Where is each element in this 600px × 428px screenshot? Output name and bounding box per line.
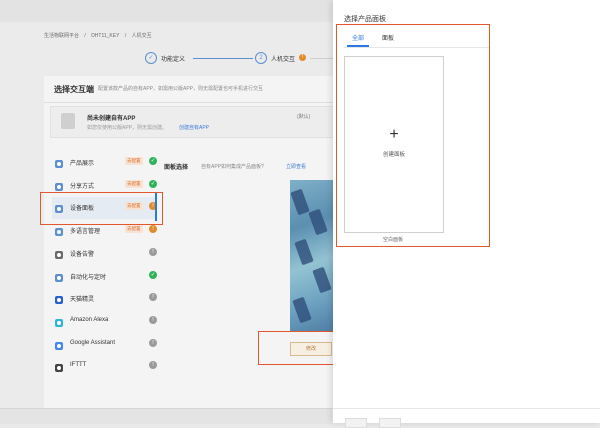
status-warning-icon: ! <box>149 293 157 302</box>
product-display-icon <box>54 156 64 168</box>
status-check-icon: ✓ <box>149 179 157 188</box>
menu-item-label: 产品展示 <box>70 161 95 167</box>
menu-item-label: 分享方式 <box>70 183 95 190</box>
menu-item[interactable]: 自动化与定时 ✓ <box>52 266 157 288</box>
menu-item-label: Google Assistant <box>70 339 116 346</box>
page-footer <box>0 408 332 424</box>
menu-item[interactable]: 产品展示 去配置 ✓ <box>52 152 157 174</box>
drawer-title: 选择产品面板 <box>344 16 386 23</box>
language-icon <box>54 224 64 237</box>
app-card-title: 尚未创建自有APP <box>87 116 136 122</box>
section-description: 配置该款产品的自有APP。如需用公版APP，则无需配置也可手机进行交互 <box>98 86 264 92</box>
panel-select-title: 面板选择 <box>164 165 189 171</box>
menu-item-label: 自动化与定时 <box>70 274 107 281</box>
section-title: 选择交互端 <box>54 85 94 94</box>
highlight-box-drawer-content <box>336 24 490 247</box>
breadcrumb: 生活物联网平台 / DHT11_KEY / 人机交互 <box>44 32 156 39</box>
panel-preview-image <box>290 180 333 332</box>
status-warning-icon: ! <box>149 247 157 256</box>
progress-steps: ✓ 功能定义 2 人机交互 ! <box>145 50 345 66</box>
breadcrumb-item-platform[interactable]: 生活物联网平台 <box>44 33 79 39</box>
drawer-footer <box>333 408 600 428</box>
breadcrumb-separator: / <box>124 33 127 39</box>
alarm-icon <box>54 247 64 259</box>
menu-item-label: 多语言管理 <box>70 229 101 236</box>
configure-tag[interactable]: 去配置 <box>125 225 143 234</box>
menu-item-label: Amazon Alexa <box>70 316 109 323</box>
configure-tag[interactable]: 去配置 <box>125 157 143 165</box>
step-2-warning-icon: ! <box>299 54 306 61</box>
status-check-icon: ✓ <box>149 157 157 165</box>
step-connector <box>193 58 253 59</box>
default-label: (默认) <box>297 114 311 120</box>
create-app-link[interactable]: 创建自有APP <box>179 124 209 131</box>
highlight-box-device-panel <box>40 192 163 225</box>
drawer-footer-button-secondary[interactable] <box>379 418 401 428</box>
app-card-subtitle: 如您仅使用公版APP，则无需创建。 <box>87 125 168 131</box>
menu-item[interactable]: Google Assistant! <box>52 334 157 356</box>
step-1-label: 功能定义 <box>161 57 186 63</box>
status-warning-icon: ! <box>149 361 157 370</box>
phone-mockup <box>290 188 310 216</box>
highlight-box-modify-button <box>258 331 342 365</box>
status-warning-icon: ! <box>149 315 157 324</box>
phone-mockup <box>294 238 314 266</box>
step-2-number[interactable]: 2 <box>255 52 267 64</box>
menu-item-label: IFTTT <box>70 362 87 369</box>
tmall-genie-icon <box>54 292 64 305</box>
drawer-footer-button-primary[interactable] <box>345 418 367 428</box>
step-2-label: 人机交互 <box>271 57 296 63</box>
automation-icon <box>54 270 64 282</box>
status-warning-icon: ! <box>149 225 157 234</box>
breadcrumb-item-current: 人机交互 <box>131 33 152 39</box>
phone-mockup <box>308 208 328 236</box>
own-app-card[interactable]: 尚未创建自有APP 如您仅使用公版APP，则无需创建。 创建自有APP (默认) <box>50 106 337 138</box>
menu-item[interactable]: 设备告警! <box>52 243 157 265</box>
panel-question: 自有APP如何集成产品面板? <box>201 164 264 170</box>
section-divider <box>44 102 333 103</box>
status-warning-icon: ! <box>149 338 157 347</box>
share-icon <box>54 179 64 191</box>
app-placeholder-icon <box>61 113 75 129</box>
phone-mockup <box>312 266 332 294</box>
configure-tag[interactable]: 去配置 <box>125 179 143 188</box>
phone-mockup <box>292 296 312 324</box>
breadcrumb-item-product[interactable]: DHT11_KEY <box>91 33 119 39</box>
ifttt-icon <box>54 360 64 373</box>
menu-item[interactable]: 天猫精灵! <box>52 288 157 310</box>
breadcrumb-separator: / <box>84 33 86 39</box>
google-assistant-icon <box>54 338 64 350</box>
menu-item-label: 天猫精灵 <box>70 297 95 304</box>
select-panel-drawer: 选择产品面板 全部 面板 + 创建面板 空白面板 <box>333 0 600 428</box>
menu-item[interactable]: Amazon Alexa! <box>52 311 157 333</box>
menu-item[interactable]: IFTTT! <box>52 356 157 378</box>
status-check-icon: ✓ <box>149 270 157 279</box>
menu-item-label: 设备告警 <box>70 251 95 258</box>
amazon-alexa-icon <box>54 315 64 327</box>
step-1-check-icon[interactable]: ✓ <box>145 52 157 64</box>
panel-view-link[interactable]: 立即查看 <box>286 163 306 170</box>
